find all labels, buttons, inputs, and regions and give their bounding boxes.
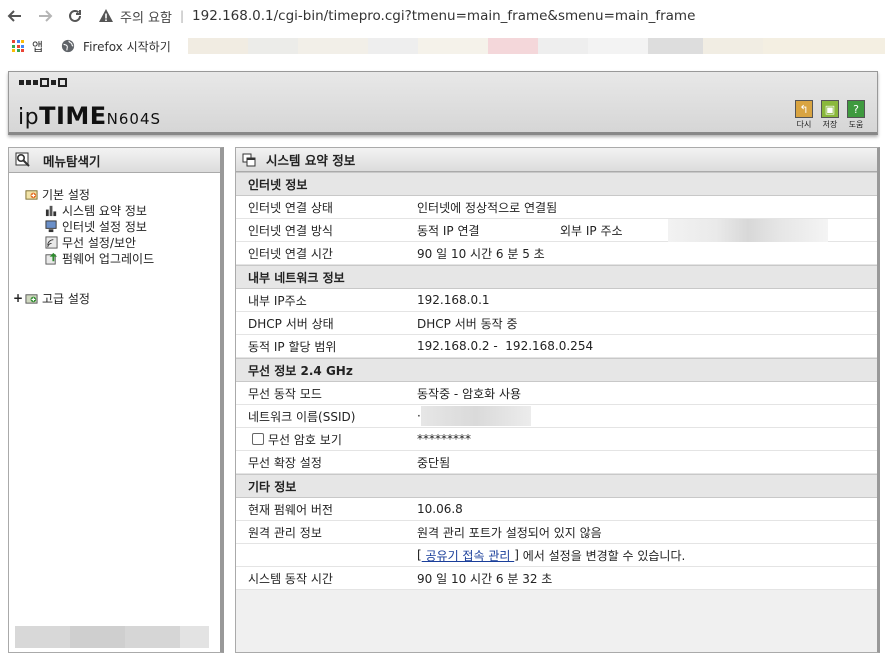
save-icon: ▣ bbox=[821, 100, 839, 118]
security-indicator[interactable]: 주의 요함 bbox=[98, 7, 172, 26]
table-row: 현재 펌웨어 버전 10.06.8 bbox=[236, 498, 877, 521]
back-button[interactable] bbox=[0, 1, 30, 31]
save-button[interactable]: ▣ 저장 bbox=[821, 100, 839, 130]
bookmark-label: Firefox 시작하기 bbox=[83, 39, 171, 54]
menu-explorer-title: 메뉴탐색기 bbox=[9, 148, 220, 173]
table-row: 무선 암호 보기 ********* bbox=[236, 428, 877, 451]
table-row: 인터넷 연결 방식 동적 IP 연결 외부 IP 주소 bbox=[236, 219, 877, 247]
menu-group-basic[interactable]: 기본 설정 bbox=[9, 186, 220, 202]
table-row: 네트워크 이름(SSID) · bbox=[236, 405, 877, 428]
password-value: ********* bbox=[417, 432, 471, 446]
apps-grid-icon bbox=[12, 40, 24, 52]
warning-icon bbox=[99, 9, 113, 22]
header-toolbar: ↰ 다시 ▣ 저장 ? 도움 bbox=[795, 100, 865, 130]
globe-icon bbox=[61, 39, 75, 53]
computer-icon bbox=[45, 219, 57, 232]
menu-tree: 기본 설정 시스템 요약 정보 인터넷 설정 정보 무선 설정/보안 펌웨어 업… bbox=[9, 186, 220, 306]
table-row: 인터넷 연결 상태 인터넷에 정상적으로 연결됨 bbox=[236, 196, 877, 219]
show-password-checkbox[interactable] bbox=[252, 433, 264, 445]
table-row: 동적 IP 할당 범위 192.168.0.2 - 192.168.0.254 bbox=[236, 335, 877, 358]
redacted-bookmarks bbox=[188, 38, 885, 54]
redacted-ssid bbox=[420, 406, 531, 426]
table-row: 원격 관리 정보 원격 관리 포트가 설정되어 있지 않음 bbox=[236, 521, 877, 544]
help-button[interactable]: ? 도움 bbox=[847, 100, 865, 130]
reload-button[interactable] bbox=[60, 1, 90, 31]
bookmarks-bar: 앱 Firefox 시작하기 bbox=[0, 32, 885, 60]
folder-open-icon bbox=[25, 189, 38, 200]
browser-address-bar: 주의 요함 | 192.168.0.1/cgi-bin/timepro.cgi?… bbox=[0, 0, 885, 32]
section-internet: 인터넷 정보 bbox=[236, 172, 877, 196]
table-row: [ 공유기 접속 관리 ] 에서 설정을 변경할 수 있습니다. bbox=[236, 544, 877, 567]
table-row: 시스템 동작 시간 90 일 10 시간 6 분 32 초 bbox=[236, 567, 877, 590]
section-other: 기타 정보 bbox=[236, 474, 877, 498]
refresh-icon: ↰ bbox=[795, 100, 813, 118]
remote-access-link[interactable]: 공유기 접속 관리 bbox=[422, 547, 515, 564]
magnifier-icon bbox=[15, 152, 30, 167]
expand-toggle[interactable]: + bbox=[13, 291, 23, 305]
redacted-footer bbox=[15, 626, 209, 648]
logo-mark bbox=[19, 78, 67, 87]
iptime-logo: ipTIMEN604S bbox=[18, 102, 162, 130]
menu-item-firmware-upgrade[interactable]: 펌웨어 업그레이드 bbox=[9, 250, 220, 266]
router-header: ipTIMEN604S ↰ 다시 ▣ 저장 ? 도움 bbox=[8, 71, 878, 135]
table-row: 무선 동작 모드 동작중 - 암호화 사용 bbox=[236, 382, 877, 405]
bookmark-label: 앱 bbox=[32, 39, 44, 54]
url-input[interactable]: 192.168.0.1/cgi-bin/timepro.cgi?tmenu=ma… bbox=[192, 8, 695, 24]
help-icon: ? bbox=[847, 100, 865, 118]
table-row: DHCP 서버 상태 DHCP 서버 동작 중 bbox=[236, 312, 877, 335]
arrow-right-icon bbox=[39, 10, 53, 22]
wireless-icon bbox=[45, 235, 58, 249]
url-separator: | bbox=[179, 9, 185, 23]
menu-item-system-summary[interactable]: 시스템 요약 정보 bbox=[9, 202, 220, 218]
show-password-label: 무선 암호 보기 bbox=[268, 432, 342, 447]
menu-group-advanced[interactable]: + 고급 설정 bbox=[9, 290, 220, 306]
arrow-left-icon bbox=[7, 10, 21, 22]
bookmark-firefox[interactable]: Firefox 시작하기 bbox=[61, 38, 171, 55]
section-lan: 내부 네트워크 정보 bbox=[236, 265, 877, 289]
forward-button[interactable] bbox=[30, 1, 60, 31]
table-row: 무선 확장 설정 중단됨 bbox=[236, 451, 877, 474]
bar-chart-icon bbox=[45, 205, 57, 216]
bookmark-apps[interactable]: 앱 bbox=[0, 38, 43, 55]
folder-icon bbox=[25, 293, 38, 304]
menu-item-wireless-security[interactable]: 무선 설정/보안 bbox=[9, 234, 220, 250]
section-wireless: 무선 정보 2.4 GHz bbox=[236, 358, 877, 382]
table-row: 인터넷 연결 시간 90 일 10 시간 6 분 5 초 bbox=[236, 242, 877, 265]
reload-icon bbox=[69, 9, 81, 22]
table-row: 내부 IP주소 192.168.0.1 bbox=[236, 289, 877, 312]
ssid-value: · bbox=[417, 406, 531, 426]
external-ip-label: 외부 IP 주소 bbox=[560, 223, 623, 238]
panel-title: 시스템 요약 정보 bbox=[236, 148, 877, 172]
refresh-button[interactable]: ↰ 다시 bbox=[795, 100, 813, 130]
menu-explorer-panel: 메뉴탐색기 기본 설정 시스템 요약 정보 인터넷 설정 정보 무선 설정/보안… bbox=[8, 147, 224, 653]
window-icon bbox=[242, 153, 256, 166]
menu-item-internet-settings[interactable]: 인터넷 설정 정보 bbox=[9, 218, 220, 234]
system-summary-panel: 시스템 요약 정보 인터넷 정보 인터넷 연결 상태 인터넷에 정상적으로 연결… bbox=[235, 147, 880, 653]
upgrade-icon bbox=[45, 252, 58, 265]
security-label: 주의 요함 bbox=[120, 10, 172, 26]
